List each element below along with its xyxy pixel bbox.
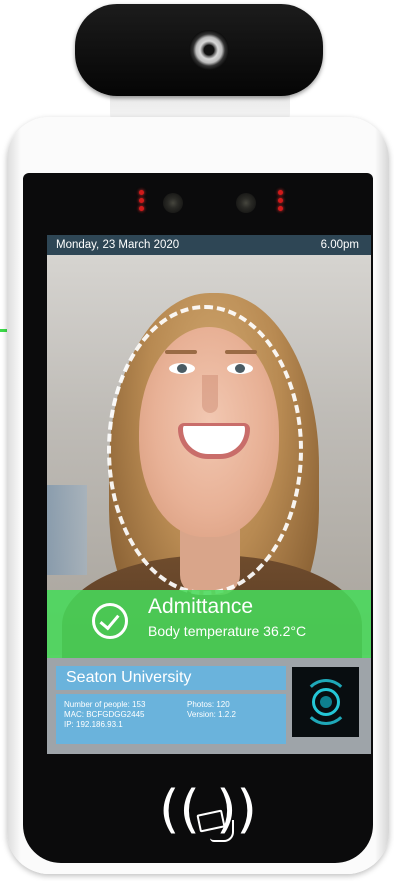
body-temperature: Body temperature 36.2°C — [148, 623, 307, 639]
device-info-panel: Number of people: 153 Photos: 120 MAC: B… — [56, 694, 286, 744]
ip-address: IP: 192.186.93.1 — [64, 720, 123, 729]
signal-core-icon — [320, 696, 332, 708]
screen: Monday, 23 March 2020 6.00pm Admittance … — [47, 235, 371, 754]
check-circle-icon — [92, 603, 128, 639]
sensor-left-icon — [163, 193, 183, 213]
ir-led-right — [277, 187, 283, 215]
background-wall — [47, 485, 87, 575]
nfc-waves-icon: (( )) — [159, 780, 257, 840]
mac-address: MAC: BCFGDGG2445 — [64, 710, 145, 719]
photos-count: Photos: 120 — [187, 700, 230, 709]
status-date: Monday, 23 March 2020 — [56, 239, 180, 251]
organization-bar: Seaton University — [56, 666, 286, 690]
camera-lens-icon — [189, 30, 229, 70]
face-detection-oval — [107, 305, 303, 595]
people-count: Number of people: 153 — [64, 700, 146, 709]
ir-led-left — [138, 187, 144, 215]
status-time: 6.00pm — [320, 239, 359, 251]
status-bar: Monday, 23 March 2020 6.00pm — [47, 235, 371, 255]
version: Version: 1.2.2 — [187, 710, 236, 719]
hand-icon — [210, 820, 234, 842]
camera-module — [75, 4, 323, 96]
organization-name: Seaton University — [66, 669, 192, 686]
sensor-right-icon — [236, 193, 256, 213]
card-reader-indicator — [292, 667, 359, 737]
admittance-title: Admittance — [148, 595, 254, 618]
